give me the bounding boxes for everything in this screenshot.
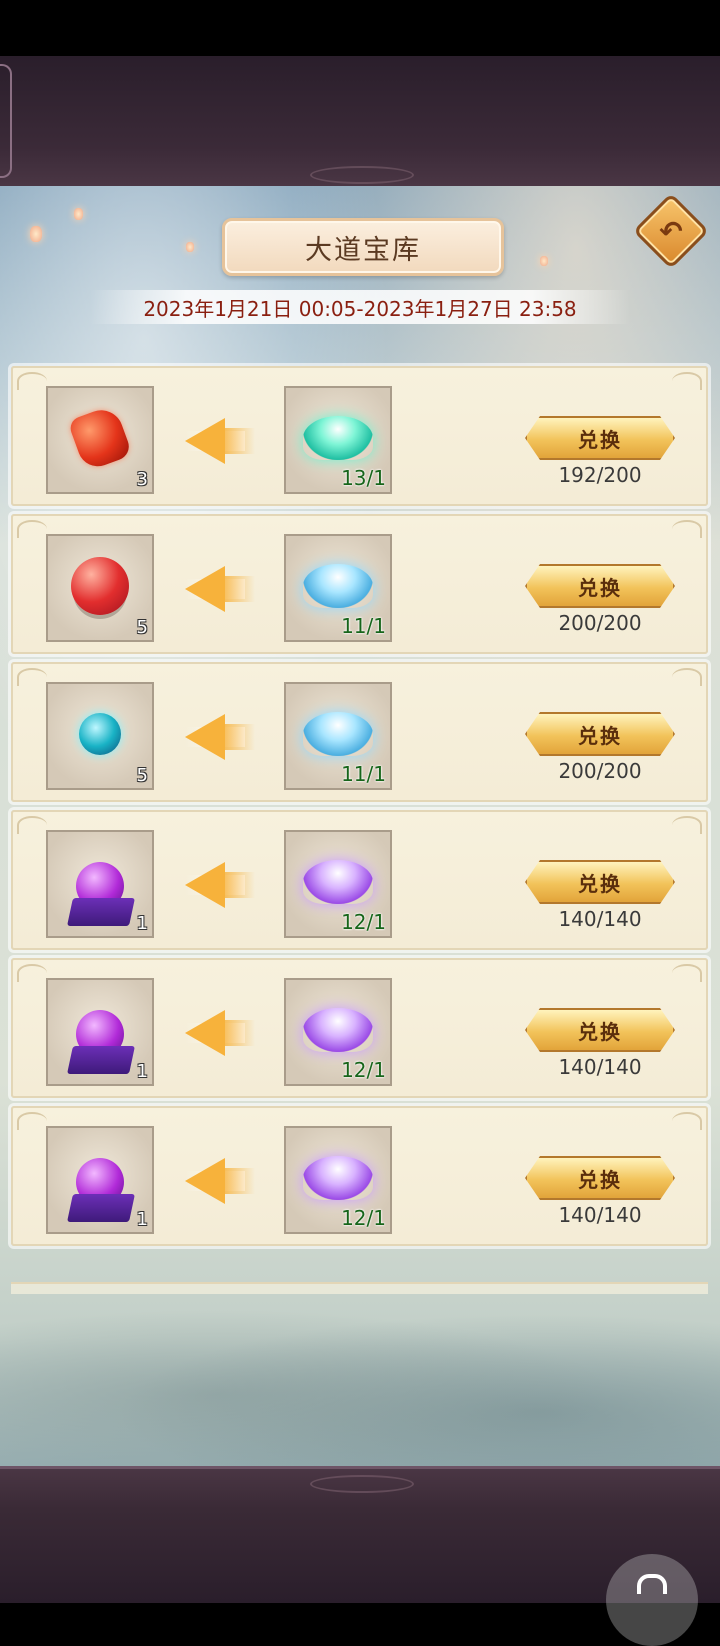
exchange-arrow-icon: [185, 1010, 255, 1056]
reward-ratio: 11/1: [341, 614, 386, 638]
cost-count: 5: [136, 765, 148, 786]
pedestal-icon: [67, 898, 135, 926]
page-title: 大道宝库: [222, 218, 504, 276]
top-ornament: [310, 166, 414, 184]
stock-count: 140/140: [558, 1055, 642, 1079]
treasury-panel: 大道宝库 ↶ 2023年1月21日 00:05-2023年1月27日 23:58…: [0, 186, 720, 1466]
status-bar: [0, 0, 720, 56]
pedestal-icon: [67, 1046, 135, 1074]
stock-count: 200/200: [558, 611, 642, 635]
cost-item-slot[interactable]: 1: [46, 978, 154, 1086]
reward-ratio: 12/1: [341, 1058, 386, 1082]
exchange-arrow-icon: [185, 566, 255, 612]
lock-button[interactable]: [606, 1554, 698, 1646]
cost-count: 1: [136, 1209, 148, 1230]
event-date-range: 2023年1月21日 00:05-2023年1月27日 23:58: [90, 290, 630, 324]
reward-ratio: 13/1: [341, 466, 386, 490]
reward-ratio: 11/1: [341, 762, 386, 786]
exchange-arrow-icon: [185, 1158, 255, 1204]
reward-item-slot[interactable]: 12/1: [284, 978, 392, 1086]
exchange-button[interactable]: 兑换: [525, 712, 675, 756]
red-orb-icon: [71, 556, 129, 615]
exchange-row: 1 12/1 兑换 140/140: [11, 958, 708, 1098]
reward-item-slot[interactable]: 11/1: [284, 534, 392, 642]
stock-count: 140/140: [558, 907, 642, 931]
red-gem-icon: [67, 403, 133, 472]
stock-count: 140/140: [558, 1203, 642, 1227]
exchange-arrow-icon: [185, 862, 255, 908]
purple-lotus-icon: [303, 859, 373, 904]
cost-count: 3: [136, 469, 148, 490]
exchange-row: 3 13/1 兑换 192/200: [11, 366, 708, 506]
green-lotus-icon: [303, 415, 373, 460]
back-arrow-icon: ↶: [659, 214, 683, 248]
cost-count: 5: [136, 617, 148, 638]
exchange-button[interactable]: 兑换: [525, 416, 675, 460]
purple-lotus-icon: [303, 1007, 373, 1052]
exchange-row: 1 12/1 兑换 140/140: [11, 810, 708, 950]
pedestal-icon: [67, 1194, 135, 1222]
exchange-row: 5 11/1 兑换 200/200: [11, 514, 708, 654]
bottom-ornament: [310, 1475, 414, 1493]
exchange-arrow-icon: [185, 714, 255, 760]
stock-count: 192/200: [558, 463, 642, 487]
cost-count: 1: [136, 1061, 148, 1082]
cost-item-slot[interactable]: 5: [46, 534, 154, 642]
cost-item-slot[interactable]: 1: [46, 1126, 154, 1234]
reward-item-slot[interactable]: 11/1: [284, 682, 392, 790]
purple-lotus-icon: [303, 1155, 373, 1200]
reward-item-slot[interactable]: 12/1: [284, 830, 392, 938]
lantern-decoration: [74, 208, 83, 220]
exchange-arrow-icon: [185, 418, 255, 464]
side-tab[interactable]: [0, 64, 12, 178]
lantern-decoration: [30, 226, 42, 242]
exchange-button[interactable]: 兑换: [525, 1156, 675, 1200]
back-button[interactable]: ↶: [632, 192, 710, 270]
blue-lotus-icon: [303, 563, 373, 608]
reward-ratio: 12/1: [341, 1206, 386, 1230]
lantern-decoration: [540, 256, 548, 266]
cost-item-slot[interactable]: 1: [46, 830, 154, 938]
teal-orb-icon: [79, 712, 121, 755]
reward-item-slot[interactable]: 13/1: [284, 386, 392, 494]
exchange-row: 5 11/1 兑换 200/200: [11, 662, 708, 802]
exchange-button[interactable]: 兑换: [525, 1008, 675, 1052]
cost-item-slot[interactable]: 5: [46, 682, 154, 790]
mist-background: [0, 1286, 720, 1466]
exchange-button[interactable]: 兑换: [525, 564, 675, 608]
exchange-row: 1 12/1 兑换 140/140: [11, 1106, 708, 1246]
lock-icon: [637, 1574, 667, 1594]
frame-top: [0, 56, 720, 189]
exchange-button[interactable]: 兑换: [525, 860, 675, 904]
blue-lotus-icon: [303, 711, 373, 756]
reward-item-slot[interactable]: 12/1: [284, 1126, 392, 1234]
reward-ratio: 12/1: [341, 910, 386, 934]
cost-count: 1: [136, 913, 148, 934]
cost-item-slot[interactable]: 3: [46, 386, 154, 494]
stock-count: 200/200: [558, 759, 642, 783]
lantern-decoration: [186, 242, 194, 252]
